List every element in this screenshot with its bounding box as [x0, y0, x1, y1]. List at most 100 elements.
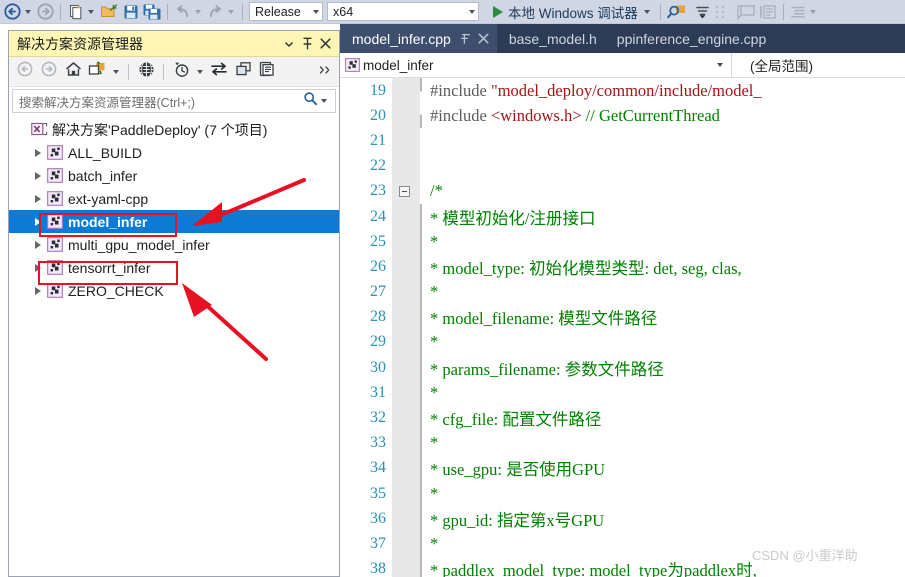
search-input-placeholder[interactable]: 搜索解决方案资源管理器(Ctrl+;): [19, 92, 303, 111]
search-options-caret-icon[interactable]: [321, 99, 327, 103]
code-structure-guide: [420, 254, 422, 280]
code-line-text: * gpu_id: 指定第x号GPU: [430, 507, 604, 531]
root-expander[interactable]: [15, 123, 29, 137]
tree-item-all-build[interactable]: ALL_BUILD: [9, 141, 339, 164]
decrease-indent-button[interactable]: [788, 1, 808, 23]
tree-item-label: model_infer: [68, 213, 148, 230]
start-debugging-label: 本地 Windows 调试器: [508, 5, 638, 21]
new-item-button[interactable]: [65, 1, 86, 23]
se-pending-changes-caret-icon[interactable]: [197, 69, 203, 74]
undo-button[interactable]: [172, 1, 193, 23]
code-token: /*: [430, 181, 443, 201]
close-icon[interactable]: [478, 33, 489, 44]
tree-item-zero-check[interactable]: ZERO_CHECK: [9, 279, 339, 302]
save-all-button[interactable]: [141, 1, 163, 23]
filter-button[interactable]: [693, 1, 712, 23]
solution-platform-combo[interactable]: x64: [327, 2, 479, 21]
se-forward-button[interactable]: [37, 60, 61, 84]
bookmarks-button[interactable]: [712, 1, 729, 23]
code-token: #include: [430, 80, 491, 100]
navbar-scope-label: (全局范围): [750, 59, 813, 74]
code-token: * paddlex_model_type: model_type为paddlex…: [430, 561, 757, 577]
home-icon: [65, 61, 82, 82]
se-toolbar-overflow-button[interactable]: [319, 65, 335, 78]
cpp-project-icon: [45, 214, 65, 229]
se-new-folder-button[interactable]: [85, 60, 109, 84]
chevron-right-icon[interactable]: [31, 284, 45, 298]
code-text-area[interactable]: 19 #include "model_deploy/common/include/…: [340, 78, 905, 577]
pending-changes-icon: [173, 61, 190, 83]
se-collapse-all-button[interactable]: [231, 60, 255, 84]
editor-tab-ppinference-engine-cpp[interactable]: ppinference_engine.cpp: [605, 24, 774, 53]
comment-selection-button[interactable]: [735, 1, 757, 23]
se-show-all-files-button[interactable]: [255, 60, 279, 84]
editor-tab-model-infer-cpp[interactable]: model_infer.cpp: [340, 24, 497, 53]
navbar-scope-combo[interactable]: (全局范围): [732, 53, 905, 77]
tree-item-ext-yaml-cpp[interactable]: ext-yaml-cpp: [9, 187, 339, 210]
pin-icon[interactable]: [460, 33, 471, 45]
chevron-right-icon[interactable]: [31, 169, 45, 183]
panel-pin-button[interactable]: [298, 35, 316, 53]
code-structure-guide: [420, 329, 422, 356]
se-back-button[interactable]: [13, 60, 37, 84]
tree-item-label: ext-yaml-cpp: [68, 190, 149, 207]
solution-configuration-combo[interactable]: Release: [249, 2, 323, 21]
navigate-forward-button[interactable]: [35, 1, 56, 23]
toolbar-separator-2: [167, 3, 168, 20]
solution-explorer-search-box[interactable]: 搜索解决方案资源管理器(Ctrl+;): [12, 89, 336, 113]
chevron-right-icon[interactable]: [31, 261, 45, 275]
uncomment-selection-button[interactable]: [757, 1, 779, 23]
tree-root-solution[interactable]: 解决方案'PaddleDeploy' (7 个项目): [9, 118, 339, 141]
editor-tab-base-model-h[interactable]: base_model.h: [497, 24, 605, 53]
code-structure-guide: [420, 78, 422, 104]
code-line: 19 #include "model_deploy/common/include/…: [340, 78, 905, 104]
chevron-down-icon[interactable]: [643, 9, 650, 14]
search-icon[interactable]: [303, 91, 318, 111]
navigate-back-button[interactable]: [2, 1, 23, 23]
line-number: 31: [370, 383, 386, 401]
panel-dropdown-button[interactable]: [280, 35, 298, 53]
chevron-down-icon: [313, 9, 319, 14]
start-debugging-button[interactable]: 本地 Windows 调试器: [485, 1, 656, 23]
undo-caret-icon[interactable]: [195, 9, 201, 14]
new-item-caret-icon[interactable]: [88, 9, 94, 14]
code-line: 29 *: [340, 329, 905, 356]
indent-icon: [790, 4, 806, 20]
tree-item-multi-gpu-model-infer[interactable]: multi_gpu_model_infer: [9, 233, 339, 256]
code-token: *: [430, 231, 439, 251]
tree-item-batch-infer[interactable]: batch_infer: [9, 164, 339, 187]
se-sync-views-button[interactable]: [207, 60, 231, 84]
navbar-project-combo[interactable]: model_infer: [340, 53, 732, 77]
navigate-back-caret-icon[interactable]: [25, 9, 31, 14]
redo-caret-icon[interactable]: [228, 9, 234, 14]
chevron-right-icon[interactable]: [31, 215, 45, 229]
show-all-files-icon: [259, 61, 276, 82]
find-button[interactable]: [665, 1, 689, 23]
se-new-folder-caret-icon[interactable]: [113, 69, 119, 74]
code-line-text: #include "model_deploy/common/include/mo…: [430, 81, 762, 101]
tree-item-model-infer[interactable]: model_infer: [9, 210, 339, 233]
chevron-right-icon[interactable]: [31, 146, 45, 160]
navigate-back-icon: [4, 3, 21, 20]
code-line-text: *: [430, 332, 438, 352]
code-token: *: [430, 382, 439, 402]
code-line: 24 * 模型初始化/注册接口: [340, 203, 905, 230]
save-button[interactable]: [121, 1, 141, 23]
editor-tab-label: base_model.h: [508, 30, 597, 47]
chevron-down-icon[interactable]: [717, 63, 723, 67]
se-home-button[interactable]: [61, 60, 85, 84]
indent-caret-icon[interactable]: [809, 9, 816, 14]
se-properties-button[interactable]: [134, 60, 158, 84]
new-folder-icon: [88, 61, 106, 82]
se-pending-changes-button[interactable]: [169, 60, 193, 84]
redo-button[interactable]: [205, 1, 226, 23]
chevron-right-icon[interactable]: [31, 238, 45, 252]
uncomment-icon: [759, 4, 777, 20]
fold-collapse-icon[interactable]: [388, 185, 420, 197]
panel-close-button[interactable]: [316, 35, 334, 53]
open-file-button[interactable]: [98, 1, 121, 23]
code-line-text: *: [430, 433, 438, 453]
code-token: * 模型初始化/注册接口: [430, 208, 596, 228]
tree-item-tensorrt-infer[interactable]: tensorrt_infer: [9, 256, 339, 279]
chevron-right-icon[interactable]: [31, 192, 45, 206]
